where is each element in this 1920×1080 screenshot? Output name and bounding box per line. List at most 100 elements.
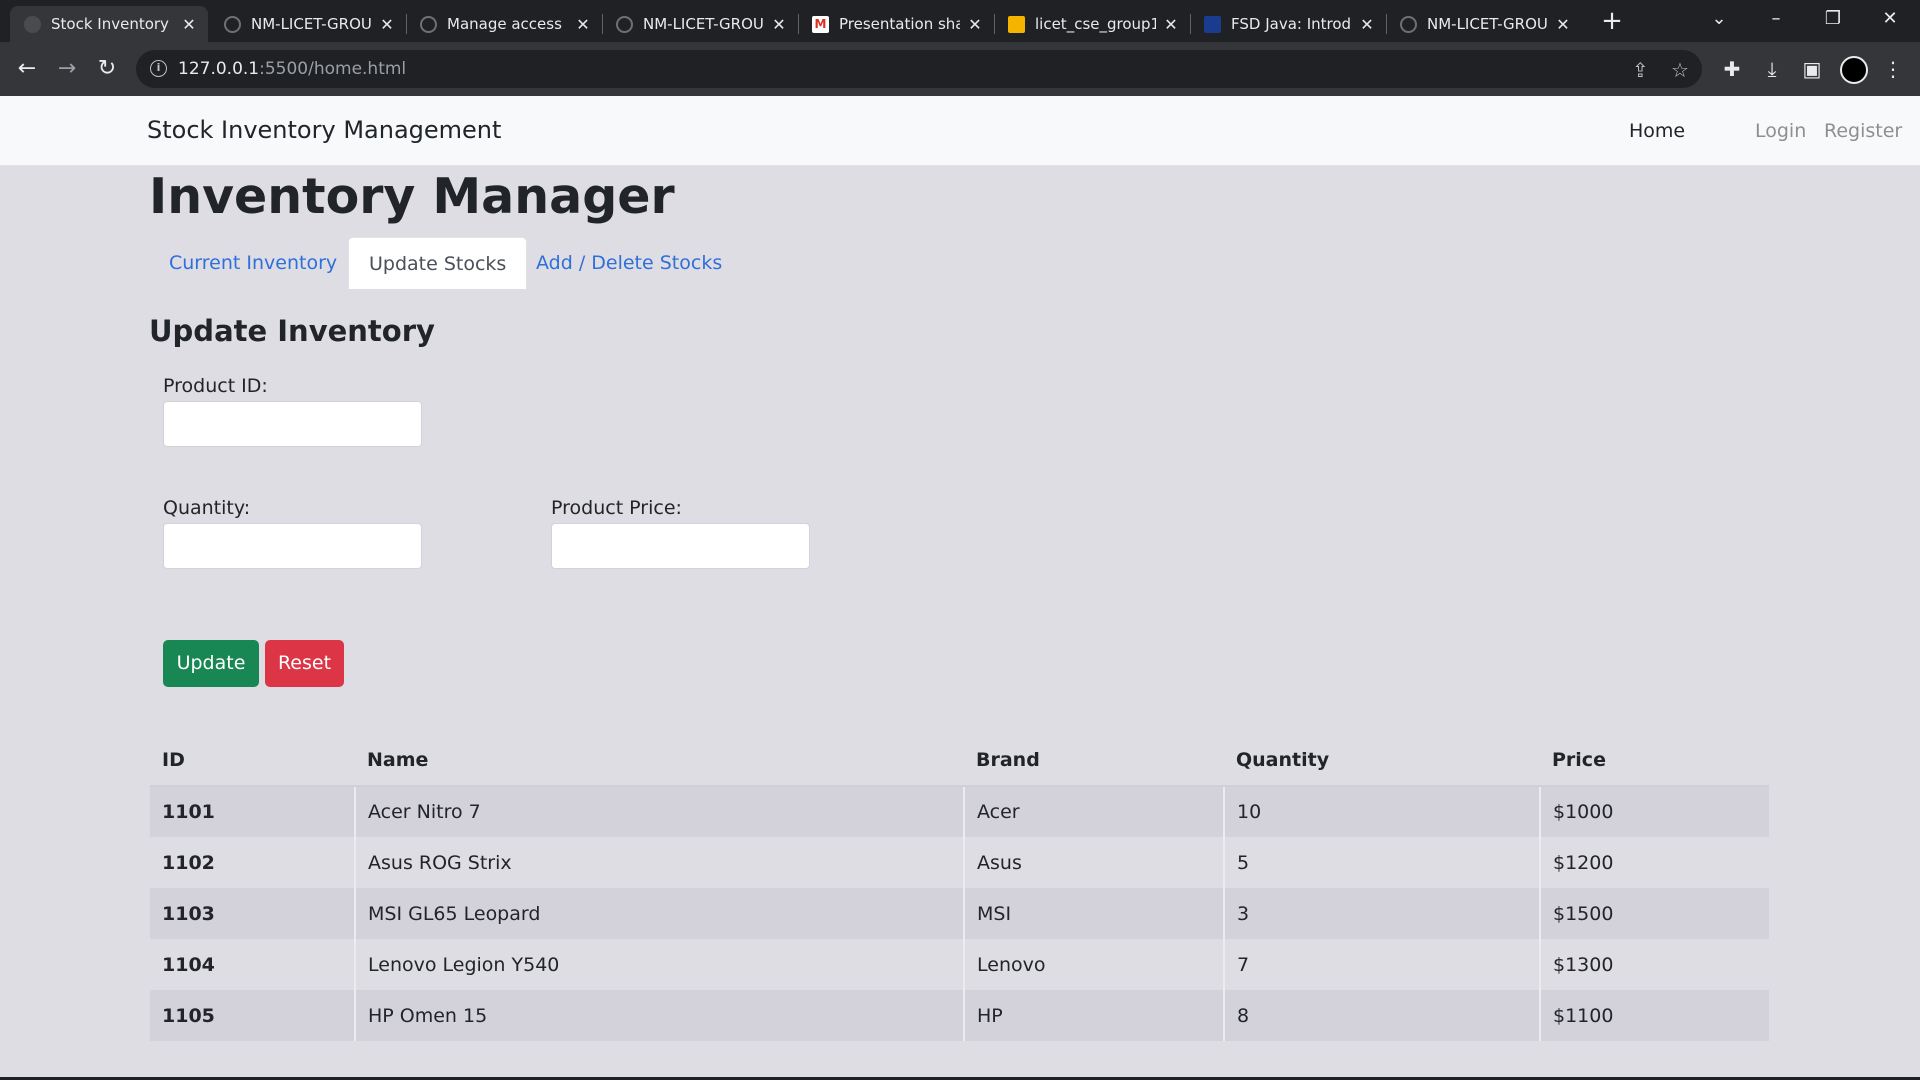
table-header-row: ID Name Brand Quantity Price	[150, 735, 1769, 787]
browser-tab-strip: Stock Inventory M ✕ NM-LICET-GROU ✕ Mana…	[0, 0, 1920, 42]
nav-link-home[interactable]: Home	[1629, 120, 1685, 142]
menu-kebab-icon[interactable]: ⋮	[1880, 56, 1906, 82]
cell-price: $1500	[1539, 888, 1769, 939]
column-header-price: Price	[1540, 735, 1769, 787]
github-icon	[420, 15, 437, 33]
cell-price: $1100	[1539, 990, 1769, 1041]
cell-id: 1102	[162, 851, 215, 874]
browser-tab-title: NM-LICET-GROU	[251, 15, 372, 33]
cell-price: $1200	[1539, 837, 1769, 888]
browser-tab-title: licet_cse_group1	[1035, 15, 1156, 33]
product-id-label: Product ID:	[163, 375, 268, 397]
bookmark-star-icon[interactable]: ☆	[1671, 58, 1689, 82]
browser-tab[interactable]: licet_cse_group1 ✕	[994, 6, 1190, 42]
cell-id: 1101	[162, 801, 215, 823]
product-id-input[interactable]	[163, 401, 422, 447]
github-icon	[616, 15, 633, 33]
gmail-icon: M	[812, 15, 829, 33]
restore-icon[interactable]: ❐	[1810, 4, 1856, 34]
browser-tab-title: Stock Inventory M	[51, 15, 174, 33]
table-row: 1101 Acer Nitro 7 Acer 10 $1000	[150, 786, 1769, 837]
close-icon[interactable]: ✕	[770, 15, 788, 34]
browser-tab[interactable]: NM-LICET-GROU ✕	[210, 6, 406, 42]
page-title: Inventory Manager	[149, 168, 675, 225]
column-header-id: ID	[150, 735, 355, 787]
quantity-label: Quantity:	[163, 497, 251, 519]
browser-tab[interactable]: NM-LICET-GROU ✕	[602, 6, 798, 42]
slides-icon	[1008, 15, 1025, 33]
browser-tab-title: Presentation sha	[839, 15, 960, 33]
close-icon[interactable]: ✕	[180, 15, 198, 34]
address-bar[interactable]: i 127.0.0.1:5500/home.html ⇪ ☆	[136, 50, 1702, 88]
product-price-input[interactable]	[551, 523, 810, 569]
update-inventory-heading: Update Inventory	[149, 314, 435, 348]
nav-link-login[interactable]: Login	[1755, 120, 1806, 142]
product-price-label: Product Price:	[551, 497, 682, 519]
reset-button[interactable]: Reset	[265, 640, 344, 687]
quantity-input[interactable]	[163, 523, 422, 569]
inventory-table: ID Name Brand Quantity Price 1101 Acer N…	[150, 735, 1769, 1041]
cell-name: MSI GL65 Leopard	[354, 888, 964, 939]
close-icon[interactable]: ✕	[966, 15, 984, 34]
table-row: 1103 MSI GL65 Leopard MSI 3 $1500	[150, 888, 1769, 939]
cell-quantity: 5	[1223, 837, 1540, 888]
browser-tab[interactable]: NM-LICET-GROU ✕	[1386, 6, 1582, 42]
close-icon[interactable]: ✕	[1358, 15, 1376, 34]
tab-search-icon[interactable]: ⌄	[1696, 4, 1742, 34]
cell-price: $1300	[1539, 939, 1769, 990]
cell-brand: Lenovo	[963, 939, 1224, 990]
minimize-icon[interactable]: –	[1753, 4, 1799, 34]
tab-add-delete-stocks[interactable]: Add / Delete Stocks	[516, 237, 742, 289]
column-header-quantity: Quantity	[1224, 735, 1540, 787]
cell-brand: MSI	[963, 888, 1224, 939]
site-navbar: Stock Inventory Management Home Login Re…	[0, 96, 1920, 166]
cell-quantity: 7	[1223, 939, 1540, 990]
github-icon	[224, 15, 241, 33]
download-icon[interactable]: ⤓	[1759, 56, 1785, 82]
close-icon[interactable]: ✕	[378, 15, 396, 34]
side-panel-icon[interactable]: ▣	[1799, 56, 1825, 82]
close-icon[interactable]: ✕	[1554, 15, 1572, 34]
cell-id: 1103	[162, 902, 215, 925]
column-header-brand: Brand	[964, 735, 1224, 787]
table-row: 1105 HP Omen 15 HP 8 $1100	[150, 990, 1769, 1041]
cell-name: HP Omen 15	[354, 990, 964, 1041]
browser-tab-title: NM-LICET-GROU	[1427, 15, 1548, 33]
cell-brand: Acer	[963, 786, 1224, 837]
reload-icon[interactable]: ↻	[92, 54, 122, 84]
update-button[interactable]: Update	[163, 640, 259, 687]
cell-quantity: 3	[1223, 888, 1540, 939]
window-close-icon[interactable]: ✕	[1867, 4, 1913, 34]
profile-avatar[interactable]	[1840, 56, 1868, 84]
url-text: 127.0.0.1:5500/home.html	[178, 59, 407, 79]
share-icon[interactable]: ⇪	[1632, 58, 1649, 82]
browser-toolbar: ← → ↻ i 127.0.0.1:5500/home.html ⇪ ☆ ✚ ⤓…	[0, 42, 1920, 96]
site-info-icon[interactable]: i	[150, 60, 167, 77]
column-header-name: Name	[355, 735, 964, 787]
table-row: 1102 Asus ROG Strix Asus 5 $1200	[150, 837, 1769, 888]
tab-update-stocks[interactable]: Update Stocks	[348, 237, 528, 289]
cell-id: 1105	[162, 1004, 215, 1027]
extensions-icon[interactable]: ✚	[1719, 56, 1745, 82]
tab-current-inventory[interactable]: Current Inventory	[149, 237, 357, 289]
cell-quantity: 8	[1223, 990, 1540, 1041]
browser-tab-title: FSD Java: Introdu	[1231, 15, 1352, 33]
navbar-brand[interactable]: Stock Inventory Management	[147, 116, 501, 144]
browser-tab-title: Manage access	[447, 15, 562, 33]
course-icon	[1204, 15, 1221, 33]
globe-icon	[24, 15, 41, 33]
browser-tab[interactable]: Manage access ✕	[406, 6, 602, 42]
browser-tab[interactable]: FSD Java: Introdu ✕	[1190, 6, 1386, 42]
nav-link-register[interactable]: Register	[1824, 120, 1902, 142]
new-tab-icon[interactable]: +	[1598, 8, 1626, 36]
back-icon[interactable]: ←	[12, 54, 42, 84]
cell-price: $1000	[1539, 786, 1769, 837]
browser-tab[interactable]: M Presentation sha ✕	[798, 6, 994, 42]
forward-icon[interactable]: →	[52, 54, 82, 84]
browser-tab[interactable]: Stock Inventory M ✕	[10, 6, 208, 42]
table-row: 1104 Lenovo Legion Y540 Lenovo 7 $1300	[150, 939, 1769, 990]
github-icon	[1400, 15, 1417, 33]
close-icon[interactable]: ✕	[1162, 15, 1180, 34]
close-icon[interactable]: ✕	[574, 15, 592, 34]
browser-tab-title: NM-LICET-GROU	[643, 15, 764, 33]
